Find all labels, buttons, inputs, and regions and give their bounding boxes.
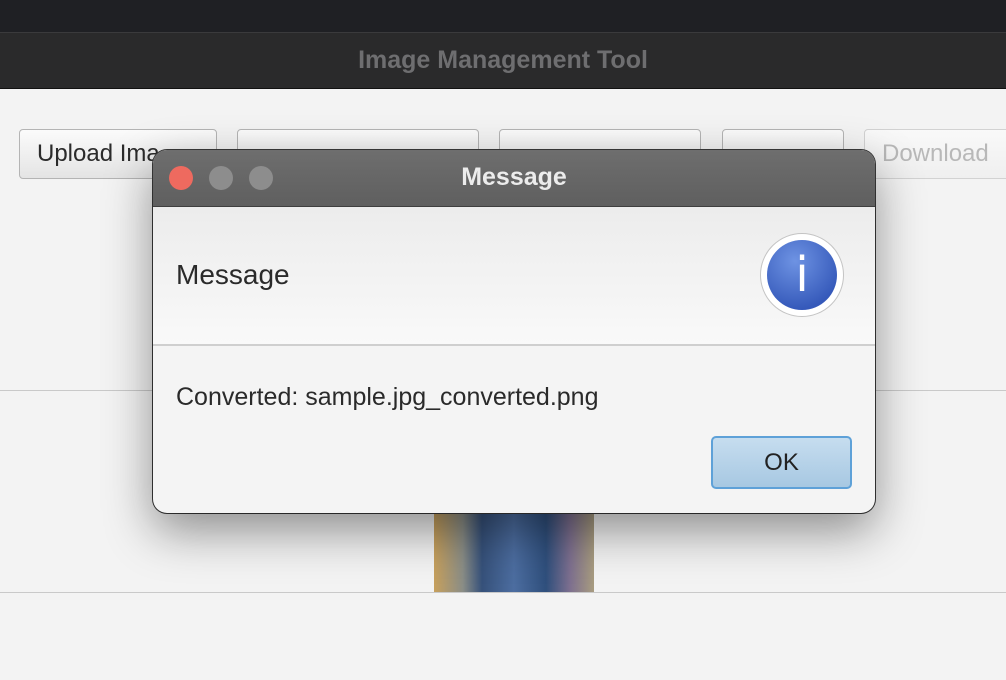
download-button[interactable]: Download — [864, 129, 1006, 179]
dialog-titlebar: Message — [153, 150, 875, 207]
info-glyph: i — [767, 240, 837, 310]
app-title: Image Management Tool — [358, 46, 648, 74]
message-dialog: Message Message i Converted: sample.jpg_… — [153, 150, 875, 513]
dialog-heading: Message — [176, 259, 290, 290]
dialog-title: Message — [461, 163, 567, 191]
divider-bottom — [0, 592, 1006, 593]
info-icon: i — [760, 233, 844, 317]
menu-bar-strip — [0, 0, 1006, 32]
app-titlebar: Image Management Tool — [0, 32, 1006, 89]
dialog-header: Message i — [153, 207, 875, 346]
image-thumbnail — [434, 507, 594, 592]
ok-button[interactable]: OK — [711, 436, 852, 489]
dialog-message: Converted: sample.jpg_converted.png — [176, 383, 599, 411]
